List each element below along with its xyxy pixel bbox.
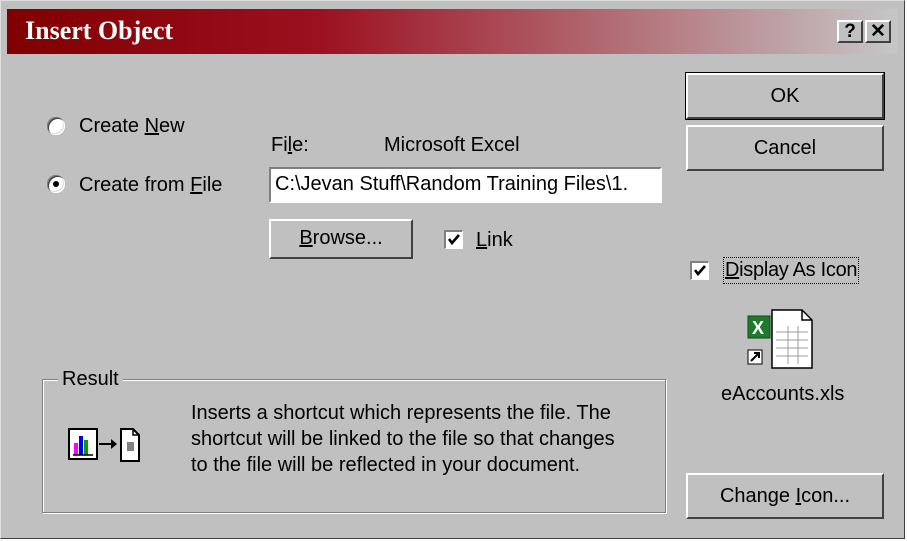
excel-file-shortcut-icon[interactable]: X: [742, 306, 814, 371]
title-bar[interactable]: Insert Object ? ✕: [7, 9, 897, 54]
browse-button[interactable]: Browse...: [269, 219, 413, 259]
icon-caption: eAccounts.xls: [721, 383, 845, 405]
file-label: File:: [271, 134, 309, 156]
svg-text:X: X: [752, 318, 764, 338]
create-new-radio[interactable]: [47, 117, 65, 135]
link-label[interactable]: Link: [476, 229, 513, 252]
radio-selected-dot: [53, 181, 59, 187]
display-as-icon-checkbox[interactable]: [690, 261, 709, 280]
result-line-3: to the file will be reflected in your do…: [191, 454, 581, 476]
create-new-label[interactable]: Create New: [79, 115, 185, 138]
result-line-1: Inserts a shortcut which represents the …: [191, 402, 611, 424]
file-path-input[interactable]: C:\Jevan Stuff\Random Training Files\1.: [269, 167, 662, 203]
display-as-icon-label[interactable]: Display As Icon: [722, 257, 860, 284]
link-checkbox[interactable]: [444, 230, 463, 249]
close-button[interactable]: ✕: [865, 20, 891, 43]
cancel-button[interactable]: Cancel: [686, 125, 884, 171]
checkmark-icon: [693, 265, 706, 277]
help-button[interactable]: ?: [837, 20, 863, 43]
ok-button[interactable]: OK: [685, 72, 885, 120]
checkmark-icon: [447, 234, 460, 246]
change-icon-button[interactable]: Change Icon...: [686, 473, 884, 519]
create-from-file-radio[interactable]: [47, 175, 65, 193]
object-to-document-link-icon: [67, 425, 167, 465]
insert-object-dialog: Insert Object ? ✕ Create New Create from…: [0, 0, 905, 539]
result-line-2: shortcut will be linked to the file so t…: [191, 428, 615, 450]
result-group-label: Result: [58, 368, 123, 391]
file-type-label: Microsoft Excel: [384, 134, 520, 156]
create-from-file-label[interactable]: Create from File: [79, 174, 222, 197]
dialog-title: Insert Object: [25, 16, 174, 45]
